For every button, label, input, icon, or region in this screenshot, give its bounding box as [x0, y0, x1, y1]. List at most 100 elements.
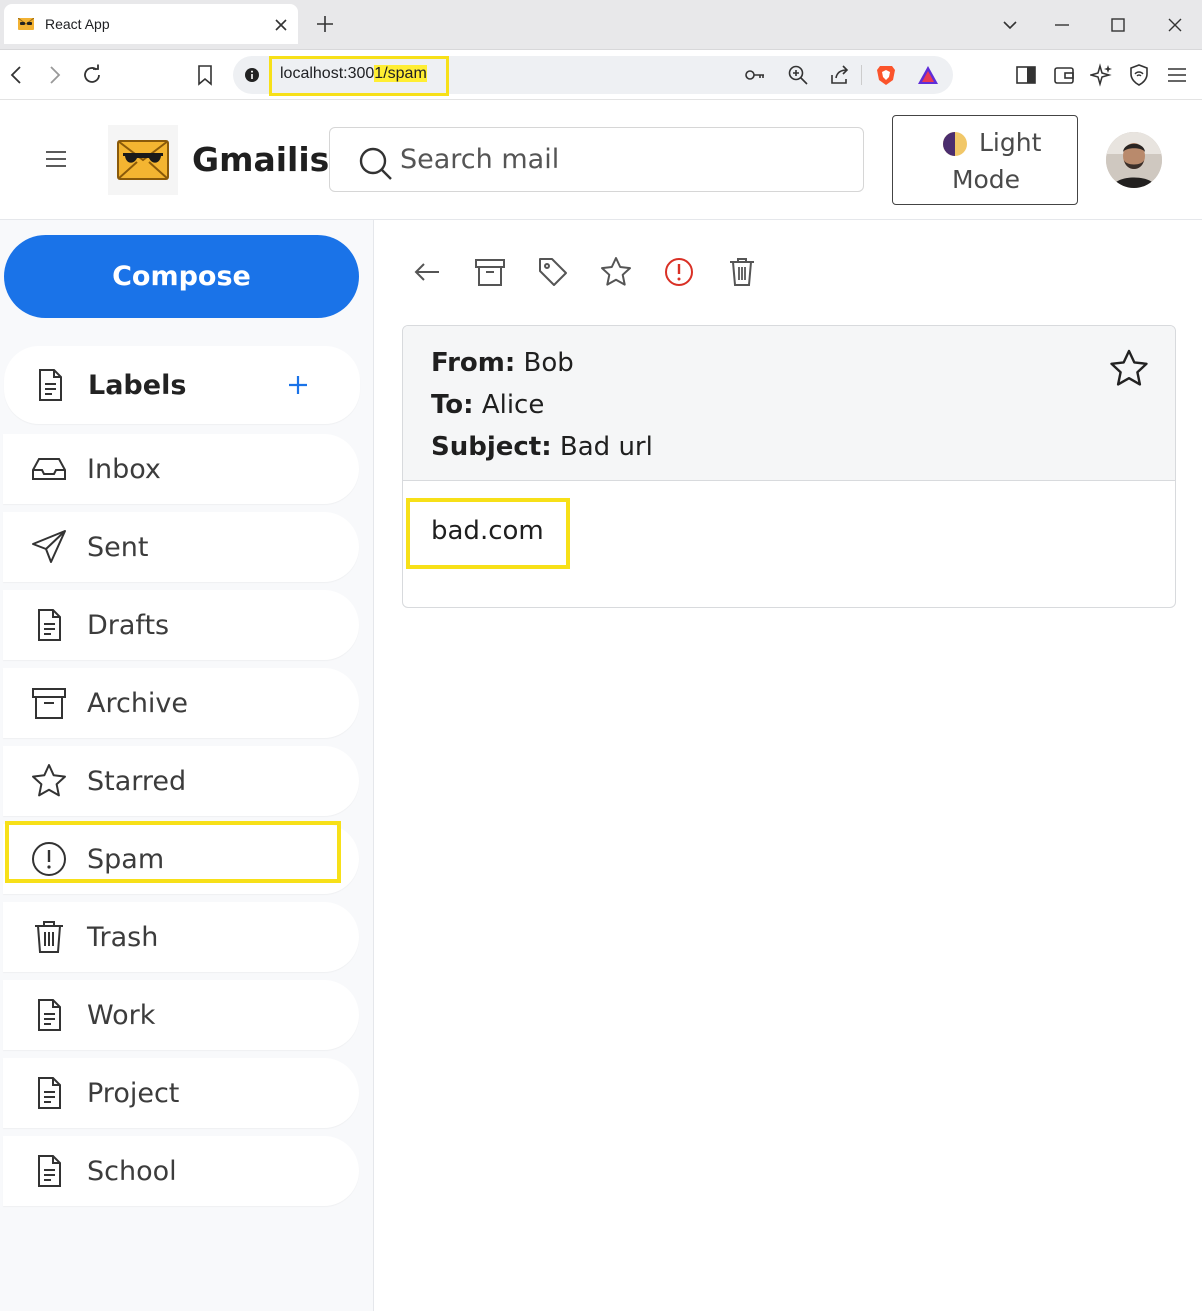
- search-icon: [359, 147, 392, 180]
- mail-header: From: Bob To: Alice Subject: Bad url: [403, 326, 1175, 481]
- to-value: Alice: [481, 390, 545, 420]
- reload-icon[interactable]: [80, 63, 104, 87]
- url-host: localhost:300: [280, 65, 375, 82]
- menu-hamburger-icon[interactable]: [44, 148, 68, 170]
- share-icon[interactable]: [828, 63, 852, 87]
- omnibox-divider: [861, 65, 862, 85]
- tab-title: React App: [45, 16, 110, 32]
- sidebar-item-inbox[interactable]: Inbox: [3, 434, 359, 504]
- tab-list-chevron-icon[interactable]: [999, 14, 1021, 36]
- star-icon[interactable]: [600, 256, 632, 288]
- back-icon[interactable]: [5, 63, 29, 87]
- sidebar-item-label: Drafts: [87, 610, 170, 641]
- browser-tab[interactable]: React App: [4, 4, 298, 44]
- search-placeholder: Search mail: [400, 144, 560, 175]
- file-icon: [39, 369, 62, 401]
- sidebar-item-label: Spam: [87, 844, 165, 875]
- envelope-sunglasses-logo-icon: [117, 140, 169, 180]
- archive-icon[interactable]: [474, 256, 506, 288]
- browser-toolbar: localhost:3001/spam: [0, 50, 1202, 100]
- from-value: Bob: [523, 348, 574, 378]
- zoom-icon[interactable]: [786, 63, 810, 87]
- alert-circle-icon: [32, 842, 66, 876]
- archive-icon: [32, 688, 66, 719]
- sidebar-item-archive[interactable]: Archive: [3, 668, 359, 738]
- app-logo: [108, 125, 178, 195]
- sidebar-item-label: Project: [87, 1078, 180, 1109]
- theme-toggle-label-line2: Mode: [951, 165, 1021, 194]
- sidebar-item-sent[interactable]: Sent: [3, 512, 359, 582]
- theme-toggle-button[interactable]: Light Mode: [892, 115, 1078, 205]
- url-text: localhost:3001/spam: [280, 65, 427, 83]
- to-label: To:: [431, 390, 474, 420]
- site-info-icon[interactable]: [244, 67, 260, 83]
- subject-label: Subject:: [431, 432, 552, 462]
- sidebar-item-label: School: [87, 1156, 177, 1187]
- brave-rewards-icon[interactable]: [916, 63, 940, 87]
- sidebar-item-school[interactable]: School: [3, 1136, 359, 1206]
- sidebar-item-starred[interactable]: Starred: [3, 746, 359, 816]
- sidebar-toggle-icon[interactable]: [1014, 63, 1038, 87]
- bookmark-icon[interactable]: [193, 63, 217, 87]
- half-moon-theme-icon: [943, 132, 967, 156]
- password-key-icon[interactable]: [743, 63, 767, 87]
- trash-icon[interactable]: [726, 256, 758, 288]
- mail-subject: Subject: Bad url: [431, 432, 653, 462]
- sidebar-item-label: Work: [87, 1000, 156, 1031]
- maximize-icon[interactable]: [1107, 14, 1129, 36]
- sidebar-item-label: Sent: [87, 532, 149, 563]
- sidebar-item-label: Inbox: [87, 454, 161, 485]
- mail-view: From: Bob To: Alice Subject: Bad url bad…: [374, 220, 1202, 1311]
- sidebar-item-label: Trash: [87, 922, 159, 953]
- labels-heading: Labels: [88, 370, 187, 401]
- close-window-icon[interactable]: [1164, 14, 1186, 36]
- sidebar-item-drafts[interactable]: Drafts: [3, 590, 359, 660]
- sidebar-item-trash[interactable]: Trash: [3, 902, 359, 972]
- user-avatar-photo: [1106, 132, 1162, 188]
- sidebar-item-label: Starred: [87, 766, 187, 797]
- inbox-icon: [32, 458, 66, 480]
- compose-button[interactable]: Compose: [4, 235, 359, 318]
- add-label-plus-icon[interactable]: [288, 375, 308, 395]
- browser-tab-bar: React App: [0, 0, 1202, 50]
- search-mail-input[interactable]: Search mail: [329, 127, 864, 192]
- browser-menu-icon[interactable]: [1165, 63, 1189, 87]
- url-path: 1/spam: [374, 65, 427, 82]
- from-label: From:: [431, 348, 516, 378]
- forward-icon[interactable]: [42, 63, 66, 87]
- file-icon: [38, 609, 61, 641]
- file-icon: [38, 1077, 61, 1109]
- star-icon: [32, 764, 66, 797]
- leo-ai-sparkle-icon[interactable]: [1090, 63, 1114, 87]
- tag-label-icon[interactable]: [537, 256, 569, 288]
- file-icon: [38, 999, 61, 1031]
- sidebar-item-label: Archive: [87, 688, 189, 719]
- star-mail-icon[interactable]: [1109, 348, 1149, 388]
- envelope-sunglasses-favicon-icon: [18, 18, 34, 30]
- send-icon: [32, 530, 66, 563]
- sidebar-item-work[interactable]: Work: [3, 980, 359, 1050]
- mail-from: From: Bob: [431, 348, 574, 378]
- report-spam-alert-icon[interactable]: [663, 256, 695, 288]
- address-bar[interactable]: localhost:3001/spam: [233, 56, 953, 96]
- subject-value: Bad url: [559, 432, 653, 462]
- mail-body-text: bad.com: [431, 516, 544, 546]
- labels-section-header: Labels: [4, 346, 360, 424]
- mail-card: From: Bob To: Alice Subject: Bad url bad…: [402, 325, 1176, 608]
- close-tab-icon[interactable]: [274, 18, 288, 32]
- app-header: Gmailish Search mail Light Mode: [0, 100, 1202, 220]
- vpn-shield-icon[interactable]: [1127, 63, 1151, 87]
- user-avatar[interactable]: [1106, 132, 1162, 188]
- trash-icon: [35, 921, 63, 953]
- sidebar-item-project[interactable]: Project: [3, 1058, 359, 1128]
- sidebar: Compose Labels Inbox Sent Drafts Archive…: [0, 220, 374, 1311]
- brave-shield-icon[interactable]: [874, 63, 898, 87]
- sidebar-item-spam[interactable]: Spam: [3, 821, 359, 894]
- minimize-icon[interactable]: [1051, 14, 1073, 36]
- back-arrow-icon[interactable]: [411, 256, 443, 288]
- theme-toggle-label-line1: Light: [979, 128, 1042, 157]
- mail-to: To: Alice: [431, 390, 544, 420]
- wallet-icon[interactable]: [1052, 63, 1076, 87]
- file-icon: [38, 1155, 61, 1187]
- new-tab-plus-icon[interactable]: [314, 13, 336, 35]
